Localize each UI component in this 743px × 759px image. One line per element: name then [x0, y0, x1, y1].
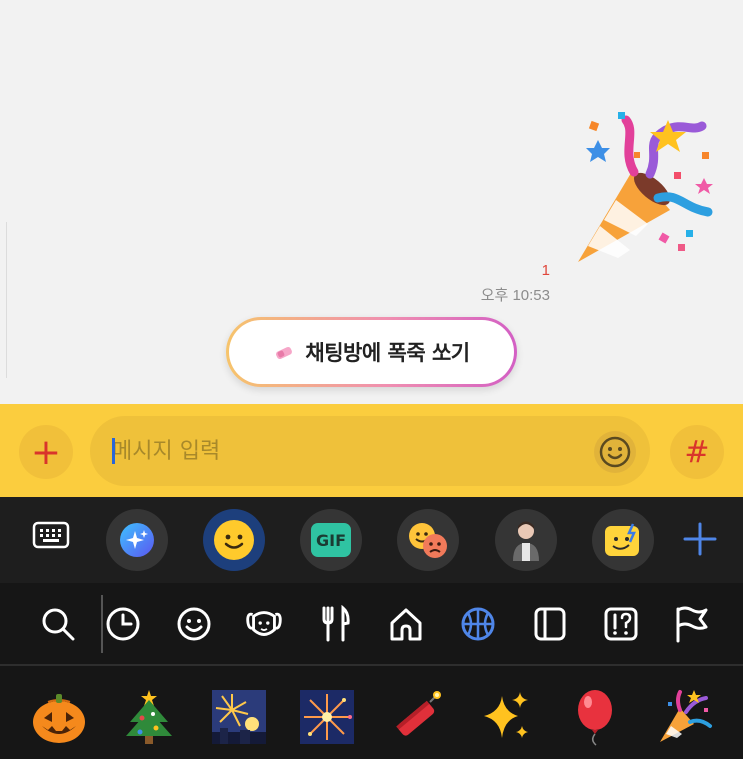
unread-count: 1: [541, 262, 550, 279]
smileys-icon[interactable]: [175, 605, 213, 643]
recent-clock-icon[interactable]: [104, 605, 142, 643]
fireworks-city-icon[interactable]: [210, 688, 268, 746]
firecracker-icon[interactable]: [388, 688, 446, 746]
fireworks-icon[interactable]: [298, 688, 356, 746]
tab-mood-faces[interactable]: [397, 509, 459, 571]
christmas-tree-icon[interactable]: [120, 688, 178, 746]
tab-ai-sparkle[interactable]: [106, 509, 168, 571]
smiley-icon: [599, 436, 631, 468]
plus-icon: +: [30, 431, 62, 473]
avatar-icon: [513, 521, 539, 561]
symbols-icon[interactable]: [602, 605, 640, 643]
flags-icon[interactable]: [672, 605, 710, 643]
sticker-face-icon: [605, 523, 639, 556]
category-divider: [101, 595, 103, 653]
tab-gif[interactable]: GIF: [300, 509, 362, 571]
gif-label: GIF: [311, 523, 351, 557]
hashtag-search-button[interactable]: #: [670, 425, 724, 479]
hash-icon: #: [684, 434, 710, 470]
text-caret: [112, 438, 115, 464]
smiley-face-icon: [214, 520, 254, 560]
ai-sparkle-icon: [120, 523, 154, 557]
sparkles-icon[interactable]: [476, 688, 534, 746]
add-sticker-icon[interactable]: [682, 521, 718, 557]
emoji-category-bar: [0, 583, 743, 666]
keyboard-icon[interactable]: [32, 521, 70, 551]
jack-o-lantern-icon[interactable]: [30, 688, 88, 746]
firework-button-label: 채팅방에 폭죽 쏘기: [305, 341, 470, 365]
tab-avatar[interactable]: [495, 509, 557, 571]
tab-emoticon[interactable]: [203, 509, 265, 571]
search-icon[interactable]: [39, 605, 77, 643]
sticker-tab-bar: GIF: [0, 497, 743, 583]
firework-button[interactable]: 채팅방에 폭죽 쏘기: [226, 317, 517, 387]
animals-dog-icon[interactable]: [245, 605, 283, 643]
chat-area: 1 오후 10:53 채팅방에 폭죽 쏘기: [0, 0, 743, 404]
emoticon-button[interactable]: [594, 431, 636, 473]
tab-sticker-face[interactable]: [592, 509, 654, 571]
party-popper-sticker[interactable]: [574, 112, 718, 270]
places-house-icon[interactable]: [387, 605, 425, 643]
message-time: 오후 10:53: [480, 287, 550, 304]
objects-icon[interactable]: [531, 605, 569, 643]
scroll-edge: [6, 222, 7, 378]
message-input[interactable]: [112, 416, 572, 486]
balloon-icon[interactable]: [566, 688, 624, 746]
mood-faces-icon: [409, 523, 447, 558]
attach-plus-button[interactable]: +: [19, 425, 73, 479]
emoji-grid: [0, 666, 743, 759]
message-input-bar: + #: [0, 404, 743, 497]
party-popper-icon[interactable]: [656, 688, 714, 746]
message-field[interactable]: [90, 416, 650, 486]
firecracker-icon: [276, 346, 293, 360]
activities-ball-icon[interactable]: [459, 605, 497, 643]
food-utensils-icon[interactable]: [316, 605, 354, 643]
